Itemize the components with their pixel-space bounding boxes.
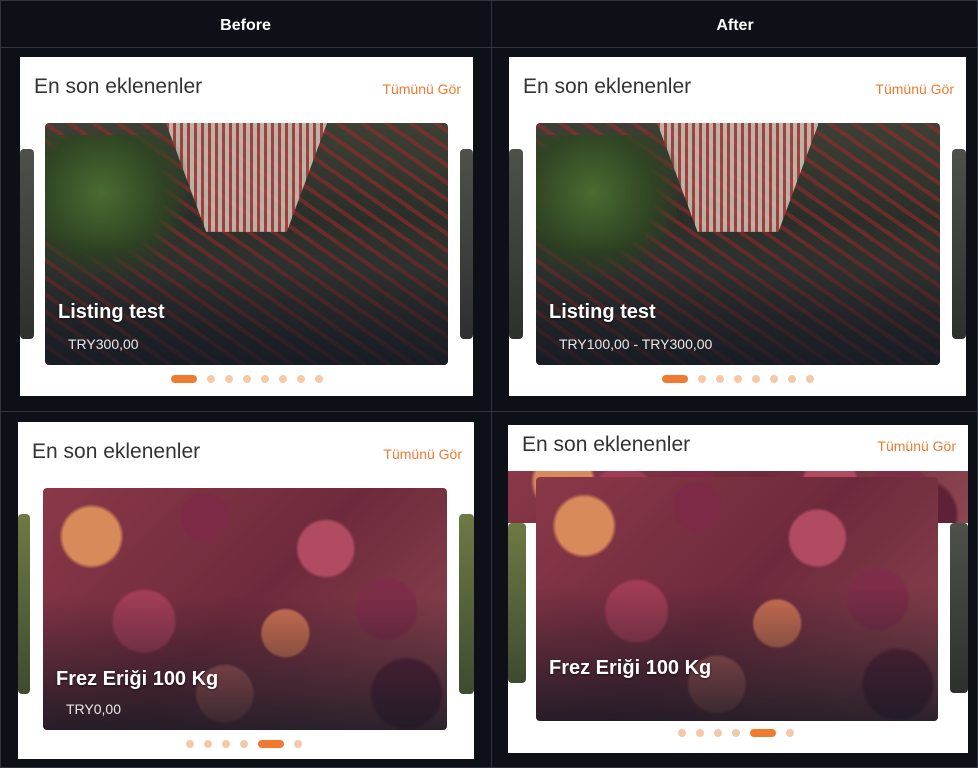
panel-before-top: En son eklenenler Tümünü Gör Listing tes…: [20, 57, 473, 396]
panel-after-top: En son eklenenler Tümünü Gör Listing tes…: [509, 57, 966, 396]
listing-title: Listing test: [549, 301, 656, 323]
carousel-dot[interactable]: [207, 375, 215, 383]
carousel-dot[interactable]: [297, 375, 305, 383]
column-divider: [491, 0, 492, 768]
prev-card-peek[interactable]: [20, 149, 34, 339]
carousel-dot[interactable]: [716, 375, 724, 383]
carousel-dots: [678, 729, 804, 737]
header-divider: [0, 47, 978, 48]
carousel-dot[interactable]: [222, 740, 230, 748]
listing-title: Frez Eriği 100 Kg: [56, 668, 219, 690]
column-header-before: Before: [220, 17, 271, 34]
carousel-dot[interactable]: [204, 740, 212, 748]
carousel-dot[interactable]: [770, 375, 778, 383]
next-card-peek[interactable]: [952, 149, 966, 339]
carousel-dots: [662, 375, 824, 383]
see-all-link[interactable]: Tümünü Gör: [875, 81, 954, 97]
panel-before-bottom: En son eklenenler Tümünü Gör Frez Eriği …: [18, 422, 474, 759]
prev-card-peek[interactable]: [509, 149, 523, 339]
carousel-dot[interactable]: [750, 729, 776, 737]
carousel-dot[interactable]: [240, 740, 248, 748]
carousel-dot[interactable]: [714, 729, 722, 737]
carousel-dots: [186, 740, 312, 748]
listing-card[interactable]: Listing test TRY100,00 - TRY300,00: [536, 123, 940, 365]
carousel-dot[interactable]: [696, 729, 704, 737]
carousel-dot[interactable]: [243, 375, 251, 383]
carousel-dot[interactable]: [186, 740, 194, 748]
carousel-dot[interactable]: [171, 375, 197, 383]
carousel-dot[interactable]: [315, 375, 323, 383]
card-overlay: [536, 586, 938, 721]
carousel-dot[interactable]: [786, 729, 794, 737]
listing-card[interactable]: Listing test TRY300,00: [45, 123, 448, 365]
carousel-dot[interactable]: [698, 375, 706, 383]
next-card-peek[interactable]: [460, 149, 473, 339]
listing-card[interactable]: Frez Eriği 100 Kg TRY0,00: [43, 488, 447, 730]
carousel-dot[interactable]: [752, 375, 760, 383]
carousel-dot[interactable]: [258, 740, 284, 748]
section-title: En son eklenenler: [522, 433, 691, 456]
carousel-dot[interactable]: [294, 740, 302, 748]
carousel-dot[interactable]: [261, 375, 269, 383]
row-divider: [0, 411, 978, 412]
section-title: En son eklenenler: [32, 440, 201, 463]
listing-title: Frez Eriği 100 Kg: [549, 657, 712, 679]
see-all-link[interactable]: Tümünü Gör: [382, 81, 461, 97]
section-title: En son eklenenler: [523, 75, 692, 98]
listing-price: TRY0,00: [66, 701, 121, 717]
see-all-link[interactable]: Tümünü Gör: [877, 438, 956, 454]
next-card-peek[interactable]: [459, 514, 474, 694]
see-all-link[interactable]: Tümünü Gör: [383, 446, 462, 462]
listing-price: TRY100,00 - TRY300,00: [559, 336, 713, 352]
carousel-dots: [171, 375, 333, 383]
carousel-dot[interactable]: [279, 375, 287, 383]
card-image-roof: [657, 123, 819, 232]
carousel-dot[interactable]: [806, 375, 814, 383]
carousel-dot[interactable]: [734, 375, 742, 383]
carousel-dot[interactable]: [732, 729, 740, 737]
carousel-dot[interactable]: [788, 375, 796, 383]
carousel-dot[interactable]: [225, 375, 233, 383]
next-card-peek[interactable]: [950, 523, 968, 693]
listing-title: Listing test: [58, 301, 165, 323]
column-header-after: After: [716, 17, 754, 34]
listing-price: TRY300,00: [68, 336, 139, 352]
section-title: En son eklenenler: [34, 75, 203, 98]
card-image-roof: [165, 123, 328, 232]
prev-card-peek[interactable]: [18, 514, 30, 694]
carousel-dot[interactable]: [678, 729, 686, 737]
panel-after-bottom: En son eklenenler Tümünü Gör Frez Eriği …: [508, 425, 968, 753]
listing-card[interactable]: Frez Eriği 100 Kg: [536, 477, 938, 721]
carousel-dot[interactable]: [662, 375, 688, 383]
prev-card-peek[interactable]: [508, 523, 526, 683]
